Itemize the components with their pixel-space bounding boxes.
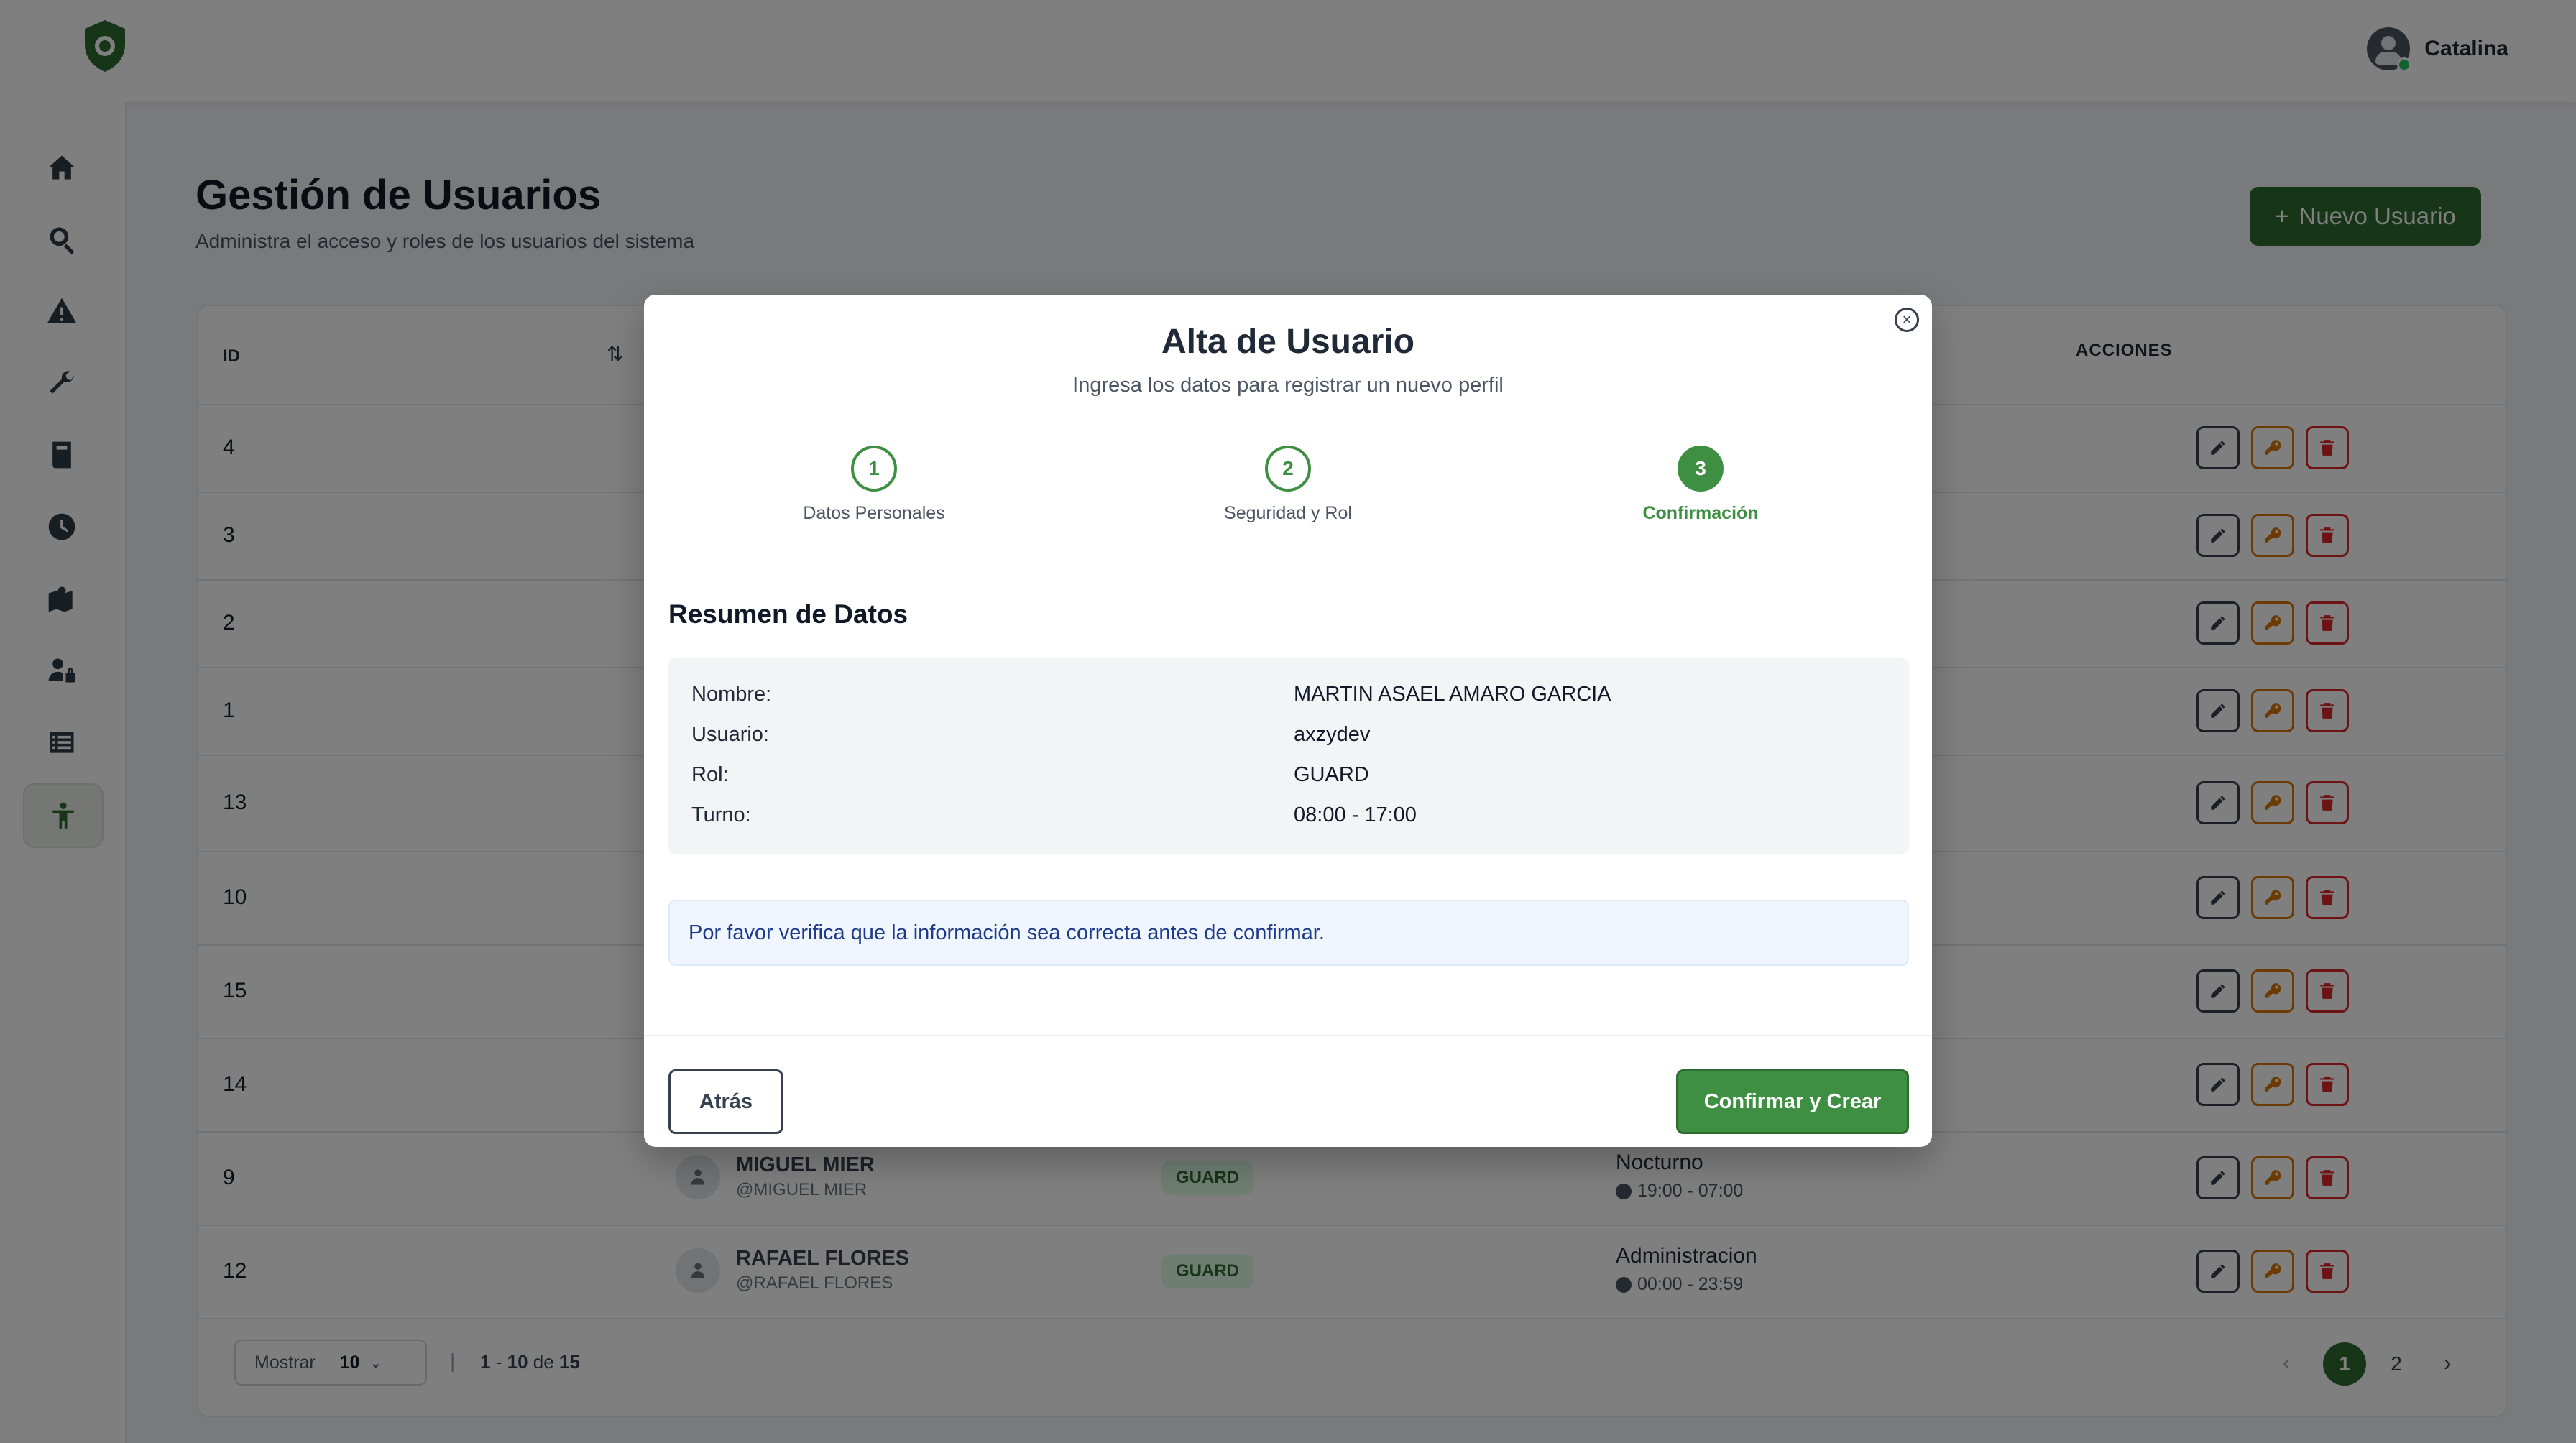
summary-key: Turno:	[691, 803, 751, 826]
step-label: Datos Personales	[803, 503, 945, 523]
step-confirmation[interactable]: 3 Confirmación	[1593, 446, 1808, 524]
create-user-modal: × Alta de Usuario Ingresa los datos para…	[644, 295, 1932, 1147]
summary-value: axzydev	[1294, 723, 1371, 746]
step-personal-data[interactable]: 1 Datos Personales	[766, 446, 982, 524]
confirm-create-button[interactable]: Confirmar y Crear	[1676, 1069, 1909, 1134]
modal-subtitle: Ingresa los datos para registrar un nuev…	[1072, 374, 1504, 397]
modal-footer: Atrás Confirmar y Crear	[644, 1035, 1932, 1148]
summary-key: Nombre:	[691, 683, 772, 706]
info-alert: Por favor verifica que la información se…	[668, 900, 1909, 966]
step-label: Seguridad y Rol	[1224, 503, 1352, 523]
back-button[interactable]: Atrás	[668, 1069, 783, 1134]
step-security-role[interactable]: 2 Seguridad y Rol	[1180, 446, 1396, 524]
summary-value: 08:00 - 17:00	[1294, 803, 1417, 826]
step-label: Confirmación	[1642, 503, 1759, 523]
summary-title: Resumen de Datos	[668, 599, 908, 629]
summary-value: MARTIN ASAEL AMARO GARCIA	[1294, 683, 1611, 706]
summary-key: Usuario:	[691, 723, 769, 746]
step-number: 1	[851, 446, 897, 492]
modal-title: Alta de Usuario	[1161, 323, 1415, 361]
summary-key: Rol:	[691, 763, 729, 786]
summary-box: Nombre: MARTIN ASAEL AMARO GARCIA Usuari…	[668, 658, 1909, 854]
summary-value: GUARD	[1294, 763, 1369, 786]
step-number: 2	[1265, 446, 1311, 492]
step-number: 3	[1678, 446, 1724, 492]
